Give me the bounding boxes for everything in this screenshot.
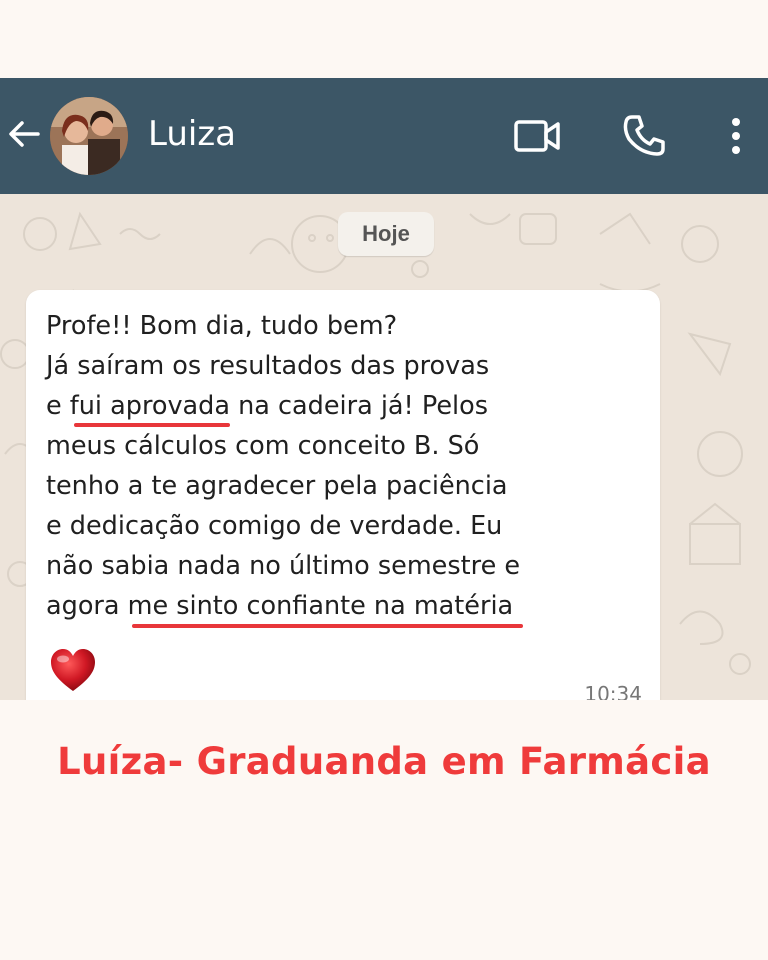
- message-line: tenho a te agradecer pela paciência: [46, 471, 508, 501]
- message-line: não sabia nada no último semestre e: [46, 551, 521, 581]
- chat-header: Luiza: [0, 78, 768, 194]
- message-fragment: agora: [46, 591, 128, 621]
- message-line: e fui aprovada na cadeira já! Pelos: [46, 386, 646, 427]
- back-arrow-icon[interactable]: [4, 114, 44, 154]
- message-line: meus cálculos com conceito B. Só: [46, 431, 480, 461]
- date-separator: Hoje: [338, 212, 434, 256]
- red-underline: [73, 423, 230, 427]
- more-options-icon[interactable]: [716, 112, 756, 160]
- video-call-icon[interactable]: [513, 112, 561, 160]
- message-bubble[interactable]: Profe!! Bom dia, tudo bem? Já saíram os …: [26, 290, 660, 700]
- message-line: e dedicação comigo de verdade. Eu: [46, 511, 503, 541]
- heart-icon: [51, 649, 95, 691]
- contact-name[interactable]: Luiza: [148, 114, 236, 154]
- voice-call-icon[interactable]: [620, 112, 668, 160]
- message-line: agora me sinto confiante na matéria: [46, 586, 646, 628]
- highlighted-phrase-confident: me sinto confiante na matéria: [127, 591, 524, 628]
- caption-title: Luíza- Graduanda em Farmácia: [57, 740, 711, 783]
- highlight-text: fui aprovada: [69, 391, 230, 421]
- message-fragment: e: [46, 391, 70, 421]
- highlighted-phrase-approved: fui aprovada: [69, 391, 230, 427]
- avatar[interactable]: [50, 97, 128, 175]
- message-timestamp: 10:34: [584, 682, 642, 700]
- red-underline: [131, 624, 524, 628]
- message-line: Já saíram os resultados das provas: [46, 351, 490, 381]
- chat-screenshot: Luiza Hoje Profe!! Bom dia, tudo bem? Já…: [0, 78, 768, 700]
- message-fragment: na cadeira já! Pelos: [230, 391, 488, 421]
- highlight-text: me sinto confiante na matéria: [127, 591, 514, 621]
- message-text: Profe!! Bom dia, tudo bem? Já saíram os …: [46, 306, 646, 628]
- message-line: Profe!! Bom dia, tudo bem?: [46, 311, 398, 341]
